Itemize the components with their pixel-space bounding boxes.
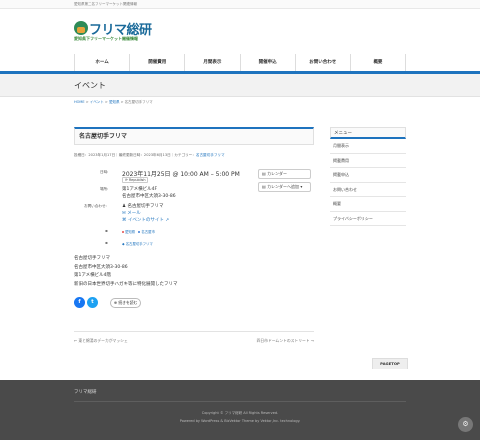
nav-item-fees[interactable]: 開催費用 <box>130 54 186 71</box>
facebook-icon: f <box>78 299 81 305</box>
next-post-link[interactable]: 四日市ドームントのストリート → <box>257 338 314 344</box>
divider <box>74 331 314 332</box>
sidebar: メニュー 月間表示 掲載費用 掲載申込 お問い合わせ 概要 プライバシーポリシー <box>330 127 406 226</box>
event-date-label: 日時: <box>100 170 109 174</box>
facebook-share-button[interactable]: f <box>74 297 85 308</box>
nav-item-about[interactable]: 概要 <box>351 54 407 71</box>
bookmark-button[interactable]: ⊕ 続きを読む <box>110 298 142 308</box>
body-line: 名古屋市中区大須3-30-86 <box>74 264 128 270</box>
sidebar-item-monthly[interactable]: 月間表示 <box>330 139 406 154</box>
event-tag-text: 名古屋切手フリマ <box>125 242 153 246</box>
body-line: 第1アメ横ビル4階 <box>74 273 112 278</box>
logo-subtitle: 愛知県下フリーマーケット開催情報 <box>74 36 138 41</box>
breadcrumb: HOME > イベント > 愛知県 > 名古屋切手フリマ <box>74 100 153 105</box>
external-link-icon: ↗ <box>163 218 170 223</box>
contact-site-text: イベントのサイト <box>127 218 164 223</box>
twitter-share-button[interactable]: t <box>87 297 98 308</box>
event-details: 日時: 2023年11月25日 @ 10:00 AM – 5:00 PM ⟳ R… <box>74 169 314 259</box>
site-logo[interactable]: フリマ総研 愛知県下フリーマーケット開催情報 <box>74 19 184 43</box>
pagetop-button[interactable]: PAGETOP <box>372 358 408 369</box>
event-contact-label: お問い合わせ: <box>84 204 107 208</box>
nav-item-home[interactable]: ホーム <box>75 54 131 71</box>
footer: フリマ総研 Copyright © フリマ総研 All Rights Reser… <box>0 380 480 440</box>
breadcrumb-current: 名古屋切手フリマ <box>124 100 153 104</box>
share-buttons: f t ⊕ 続きを読む <box>74 297 314 311</box>
post-title: 名古屋切手フリマ <box>74 127 314 145</box>
republish-button[interactable]: ⟳ Republish <box>122 177 149 183</box>
event-contact-name: ♟ 名古屋切手フリマ <box>122 203 163 209</box>
body-line: 名古屋切手フリマ <box>74 256 110 261</box>
sidebar-heading: メニュー <box>330 127 406 139</box>
nav-item-apply[interactable]: 開催申込 <box>241 54 296 71</box>
logo-emblem-icon <box>74 21 88 35</box>
contact-name-text: 名古屋切手フリマ <box>127 204 164 209</box>
breadcrumb-category[interactable]: 愛知県 <box>109 100 120 104</box>
event-category-list: 愛知県 名古屋市 <box>122 229 155 234</box>
breadcrumb-home[interactable]: HOME <box>74 100 85 104</box>
nav-item-contact[interactable]: お問い合わせ <box>296 54 351 71</box>
twitter-icon: t <box>91 299 94 305</box>
post-body: 名古屋切手フリマ 名古屋市中区大須3-30-86 第1アメ横ビル4階 新旧の日本… <box>74 255 314 289</box>
tag-icon: ▪ <box>105 240 108 245</box>
event-category-aichi[interactable]: 愛知県 <box>125 230 135 234</box>
footer-site-title[interactable]: フリマ総研 <box>74 389 97 395</box>
global-nav: ホーム 開催費用 月間表示 開催申込 お問い合わせ 概要 <box>74 54 407 71</box>
sidebar-item-fees[interactable]: 掲載費用 <box>330 154 406 168</box>
main-content: 名古屋切手フリマ 投稿日：2023年1月17日｜最終更新日時：2023年6月13… <box>74 127 314 343</box>
breadcrumb-events[interactable]: イベント <box>90 100 104 104</box>
add-to-calendar-button[interactable]: ▤ カレンダーへ追加 ▾ <box>258 182 311 192</box>
event-place-line1: 第1アメ横ビル4F <box>122 187 158 192</box>
sidebar-item-privacy[interactable]: プライバシーポリシー <box>330 212 406 226</box>
post-meta-text: 投稿日：2023年1月17日｜最終更新日時：2023年6月13日｜カテゴリー： <box>74 153 196 157</box>
sidebar-item-contact[interactable]: お問い合わせ <box>330 183 406 197</box>
sidebar-item-apply[interactable]: 掲載申込 <box>330 168 406 183</box>
event-place-line2: 名古屋市中区大須3-30-86 <box>122 194 176 199</box>
event-category-nagoya[interactable]: 名古屋市 <box>141 230 155 234</box>
event-contact-mail[interactable]: ✉ メール <box>122 210 141 216</box>
body-line: 新旧の日本世界切手ハガキ等に特化展開したフリマ <box>74 281 178 287</box>
post-meta: 投稿日：2023年1月17日｜最終更新日時：2023年6月13日｜カテゴリー：名… <box>74 153 314 158</box>
nav-item-monthly[interactable]: 月間表示 <box>185 54 241 71</box>
chevron-down-icon: ▾ <box>299 184 303 189</box>
event-site-link[interactable]: ⌘ イベントのサイト ↗ <box>122 217 169 223</box>
contact-mail-text: メール <box>127 211 141 216</box>
event-tag[interactable]: ◆ 名古屋切手フリマ <box>122 241 153 246</box>
footer-powered-by: Powered by WordPress & BizVektor Theme b… <box>179 419 301 423</box>
scroll-top-button[interactable]: ⚙ <box>458 417 473 432</box>
site-tagline: 愛知県第二名フリーマーケット関連情報 <box>74 2 137 6</box>
page-title: イベント <box>74 81 106 90</box>
category-icon: ▪ <box>105 228 108 233</box>
category-dot-icon <box>122 231 124 233</box>
add-to-calendar-label: カレンダーへ追加 <box>267 184 300 189</box>
footer-copyright: Copyright © フリマ総研 All Rights Reserved. <box>201 411 279 415</box>
event-place-label: 場所: <box>100 187 109 191</box>
republish-label: Republish <box>128 178 146 182</box>
calendar-button[interactable]: ▤ カレンダー <box>258 169 311 179</box>
prev-post-link[interactable]: ← 東と綿湯のデーカがマッシェ <box>74 338 128 344</box>
calendar-button-label: カレンダー <box>267 171 288 176</box>
top-bar: 愛知県第二名フリーマーケット関連情報 <box>0 0 480 9</box>
post-meta-category-link[interactable]: 名古屋切手フリマ <box>196 153 225 157</box>
bookmark-label: 続きを読む <box>118 300 138 305</box>
sidebar-item-about[interactable]: 概要 <box>330 197 406 212</box>
footer-divider <box>74 401 406 402</box>
settings-gear-icon: ⚙ <box>462 420 469 428</box>
page-header: イベント <box>0 74 480 97</box>
